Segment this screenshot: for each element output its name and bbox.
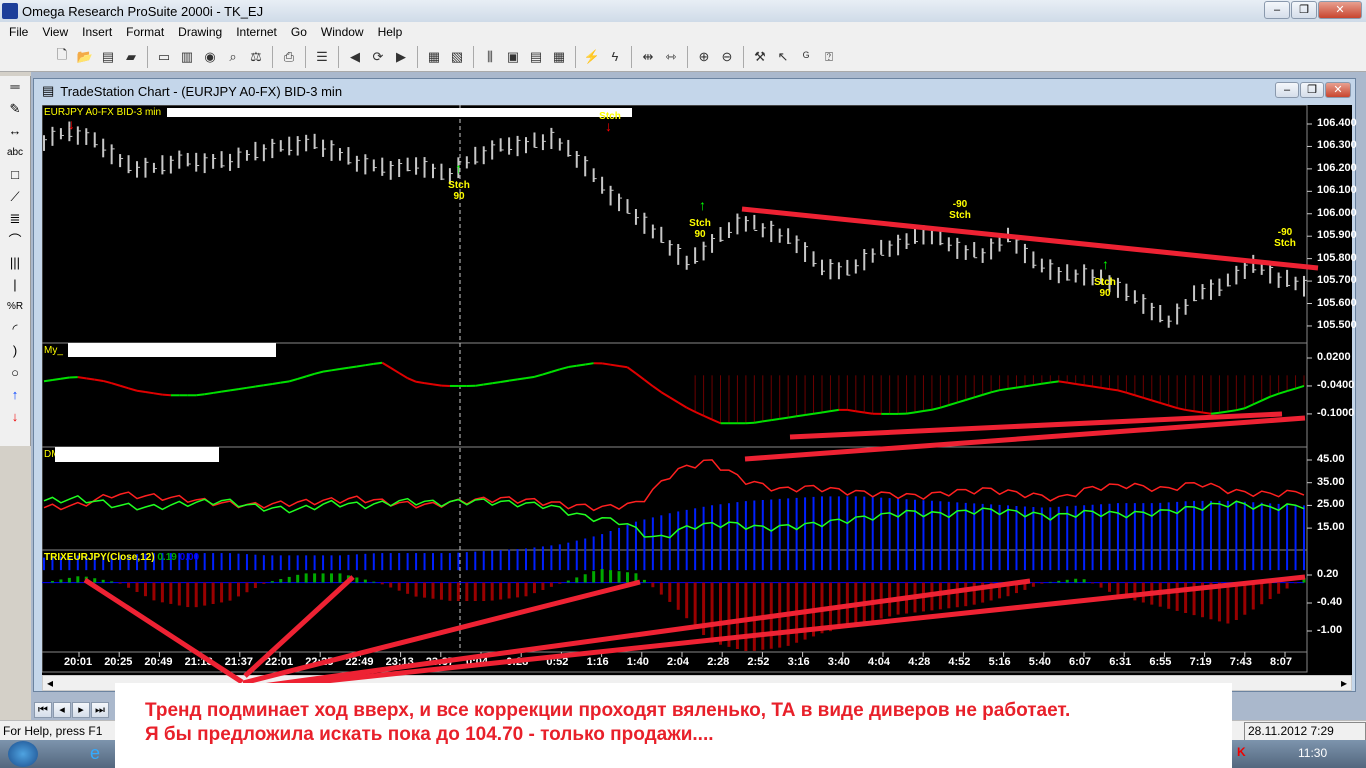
drawn-trendline — [83, 577, 244, 685]
drawn-trendline — [741, 206, 1319, 271]
annotation-line-2: Я бы предложила искать пока до 104.70 - … — [145, 724, 714, 745]
annotation-lines — [83, 206, 1319, 692]
drawn-trendline — [249, 574, 1306, 692]
drawn-trendline — [247, 578, 1031, 691]
annotation-box: Тренд подминает ход вверх, и все коррекц… — [115, 683, 1232, 768]
annotation-line-1: Тренд подминает ход вверх, и все коррекц… — [145, 700, 1071, 721]
